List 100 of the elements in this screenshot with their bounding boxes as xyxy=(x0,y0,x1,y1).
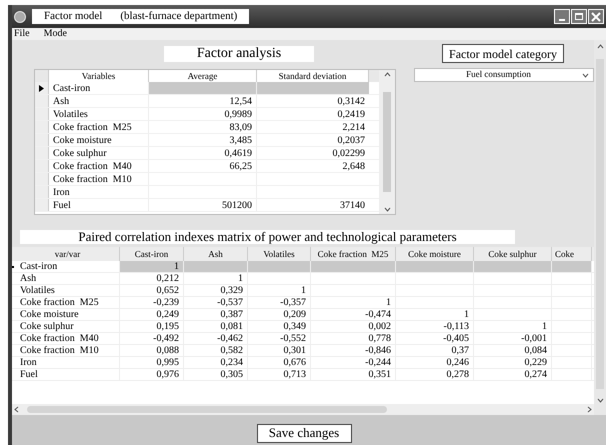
table-row[interactable]: Coke moisture 0,249 0,387 0,209 -0,474 1 xyxy=(12,309,594,321)
table-cell: 1 xyxy=(396,309,474,320)
table-cell: 0,278 xyxy=(396,369,474,380)
table-cell: 1 xyxy=(184,273,248,284)
table-cell-text: 37140 xyxy=(339,199,366,211)
table-row[interactable]: Coke fraction M10 xyxy=(35,173,379,186)
table-cell: -0,462 xyxy=(184,333,248,344)
table-cell: 0,351 xyxy=(311,369,396,380)
table-cell: 0,995 xyxy=(120,357,184,368)
table-row[interactable]: Coke fraction M25 -0,239 -0,537 -0,357 1 xyxy=(12,297,594,309)
table-cell: Coke moisture xyxy=(16,309,120,320)
table-cell: 66,25 xyxy=(149,160,257,172)
table-cell: -0,244 xyxy=(311,357,396,368)
table-cell: 0,778 xyxy=(311,333,396,344)
table-cell: 0,305 xyxy=(184,369,248,380)
table-cell: 0,229 xyxy=(474,357,552,368)
table-cell: 1 xyxy=(311,297,396,308)
column-header[interactable]: Average xyxy=(149,70,257,82)
table-row[interactable]: Coke fraction M25 83,09 2,214 xyxy=(35,121,379,134)
table-row[interactable]: Ash 12,54 0,3142 xyxy=(35,95,379,108)
table-cell: 0,002 xyxy=(311,321,396,332)
table-cell-text: 2,648 xyxy=(342,160,366,172)
table-cell: -0,239 xyxy=(120,297,184,308)
table-row[interactable]: Coke fraction M10 0,088 0,582 0,301 -0,846 0,37 0,084 xyxy=(12,345,594,357)
table-cell: 0,084 xyxy=(474,345,552,356)
table-cell: 0,212 xyxy=(120,273,184,284)
row-header[interactable] xyxy=(35,82,49,94)
table-cell: -0,405 xyxy=(396,333,474,344)
scroll-left-icon[interactable] xyxy=(14,406,19,413)
category-dropdown[interactable]: Fuel consumption xyxy=(414,68,594,82)
table-cell: 0,209 xyxy=(248,309,311,320)
table-cell: 1 xyxy=(248,285,311,296)
table-cell: 0,329 xyxy=(184,285,248,296)
table-cell: 0,9989 xyxy=(149,108,257,120)
table-cell: 0,081 xyxy=(184,321,248,332)
table-cell: -0,474 xyxy=(311,309,396,320)
maximize-button[interactable] xyxy=(571,9,587,24)
scroll-down-icon[interactable] xyxy=(384,207,390,212)
table-cell: 0,713 xyxy=(248,369,311,380)
table-cell-text: 0,3142 xyxy=(336,95,366,107)
table-cell: 0,976 xyxy=(120,369,184,380)
table-cell: Coke fraction M40 xyxy=(49,160,149,172)
table-cell: Volatiles xyxy=(49,108,149,120)
column-header[interactable]: var/var xyxy=(16,247,120,261)
table-cell: Coke moisture xyxy=(49,134,149,146)
table-cell: -0,537 xyxy=(184,297,248,308)
table-cell: 83,09 xyxy=(149,121,257,133)
column-header[interactable]: Standard deviation xyxy=(257,70,369,82)
table-row[interactable]: Iron 0,995 0,234 0,676 -0,244 0,246 0,229 xyxy=(12,357,594,369)
table-cell: 0,349 xyxy=(248,321,311,332)
table-cell: 0,676 xyxy=(248,357,311,368)
table-cell: -0,492 xyxy=(120,333,184,344)
scroll-up-icon[interactable] xyxy=(384,72,390,77)
table-row[interactable]: Iron xyxy=(35,186,379,199)
menu-item[interactable]: File xyxy=(14,28,30,40)
table-cell: 0,246 xyxy=(396,357,474,368)
table-cell: Coke sulphur xyxy=(16,321,120,332)
table-cell: Iron xyxy=(49,186,149,198)
table-cell: -0,113 xyxy=(396,321,474,332)
table-cell: 1 xyxy=(474,321,552,332)
section-heading: Factor analysis xyxy=(164,46,314,62)
table-row[interactable]: Volatiles 0,9989 0,2419 xyxy=(35,108,379,121)
menu-item[interactable]: Mode xyxy=(44,28,67,40)
table-cell: -0,001 xyxy=(474,333,552,344)
minimize-button[interactable] xyxy=(554,9,570,24)
table-cell: -0,846 xyxy=(311,345,396,356)
table-cell: 1 xyxy=(120,261,184,272)
table-cell: 0,387 xyxy=(184,309,248,320)
table-row[interactable]: Coke fraction M40 66,25 2,648 xyxy=(35,160,379,173)
table-row[interactable]: Volatiles 0,652 0,329 1 xyxy=(12,285,594,297)
table-cell: 501200 xyxy=(149,199,257,211)
table-cell: Coke fraction M40 xyxy=(16,333,120,344)
table-row[interactable]: Coke sulphur 0,4619 0,02299 xyxy=(35,147,379,160)
table-row[interactable]: Cast-iron 1 xyxy=(12,261,594,273)
table-row[interactable]: Cast-iron xyxy=(35,82,379,95)
app-icon xyxy=(14,10,26,22)
scroll-right-icon[interactable] xyxy=(587,406,592,413)
table-cell-text: 0,2419 xyxy=(336,108,366,120)
table-cell: -0,552 xyxy=(248,333,311,344)
category-button[interactable]: Factor model category xyxy=(442,44,564,63)
save-button[interactable]: Save changes xyxy=(256,424,352,442)
table-cell: 0,249 xyxy=(120,309,184,320)
table-row[interactable]: Coke sulphur 0,195 0,081 0,349 0,002 -0,113 1 xyxy=(12,321,594,333)
column-header[interactable]: Variables xyxy=(49,70,149,82)
table-row[interactable]: Coke moisture 3,485 0,2037 xyxy=(35,134,379,147)
table-cell: Fuel xyxy=(49,199,149,211)
table-cell: Coke sulphur xyxy=(49,147,149,159)
table-cell: 0,234 xyxy=(184,357,248,368)
table-cell: Coke fraction M25 xyxy=(49,121,149,133)
table-row[interactable]: Ash 0,212 1 xyxy=(12,273,594,285)
table-cell: Iron xyxy=(16,357,120,368)
table-row[interactable]: Coke fraction M40 -0,492 -0,462 -0,552 0,778 -0,405 -0,001 xyxy=(12,333,594,345)
table-row[interactable]: Fuel 0,976 0,305 0,713 0,351 0,278 0,274 xyxy=(12,369,594,381)
scroll-up-icon[interactable] xyxy=(596,44,604,49)
table-row[interactable]: Fuel 501200 37140 xyxy=(35,199,379,212)
table-cell: Ash xyxy=(49,95,149,107)
table-cell: Volatiles xyxy=(16,285,120,296)
scroll-down-icon[interactable] xyxy=(596,398,604,403)
close-button[interactable] xyxy=(588,9,604,24)
table-cell: 0,582 xyxy=(184,345,248,356)
